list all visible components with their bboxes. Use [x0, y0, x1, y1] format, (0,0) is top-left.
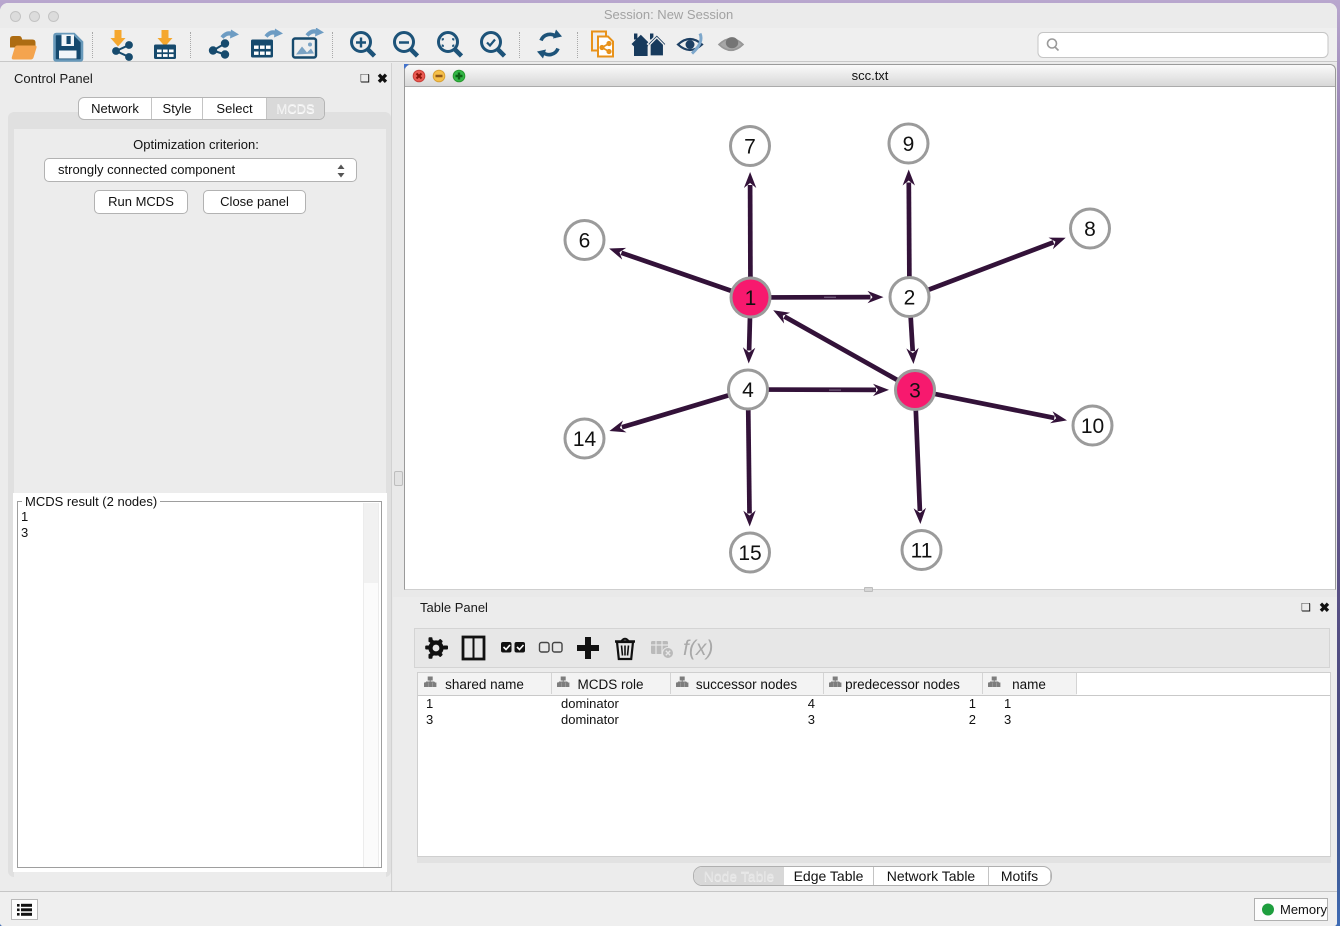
svg-text:8: 8 — [1084, 218, 1096, 241]
svg-text:4: 4 — [742, 379, 754, 402]
svg-text:1: 1 — [745, 287, 757, 310]
svg-text:3: 3 — [1004, 712, 1011, 727]
svg-text:successor nodes: successor nodes — [696, 677, 798, 692]
svg-text:3: 3 — [909, 379, 921, 402]
svg-text:7: 7 — [744, 135, 756, 158]
svg-text:name: name — [1012, 677, 1046, 692]
svg-text:f(x): f(x) — [683, 637, 713, 660]
svg-text:2: 2 — [969, 712, 976, 727]
svg-text:dominator: dominator — [561, 696, 619, 711]
svg-text:Memory: Memory — [1280, 902, 1327, 917]
svg-text:6: 6 — [579, 229, 591, 252]
svg-text:9: 9 — [903, 133, 915, 156]
svg-text:1: 1 — [426, 696, 433, 711]
svg-text:11: 11 — [911, 539, 933, 562]
svg-text:1: 1 — [1004, 696, 1011, 711]
svg-text:10: 10 — [1081, 415, 1104, 438]
svg-text:dominator: dominator — [561, 712, 619, 727]
svg-text:shared name: shared name — [445, 677, 524, 692]
svg-text:1: 1 — [969, 696, 976, 711]
svg-text:14: 14 — [573, 428, 597, 451]
svg-text:15: 15 — [738, 542, 761, 565]
svg-text:predecessor nodes: predecessor nodes — [845, 677, 960, 692]
svg-text:2: 2 — [904, 286, 916, 309]
svg-text:3: 3 — [808, 712, 815, 727]
svg-text:4: 4 — [808, 696, 815, 711]
svg-text:3: 3 — [426, 712, 433, 727]
svg-text:MCDS role: MCDS role — [577, 677, 643, 692]
